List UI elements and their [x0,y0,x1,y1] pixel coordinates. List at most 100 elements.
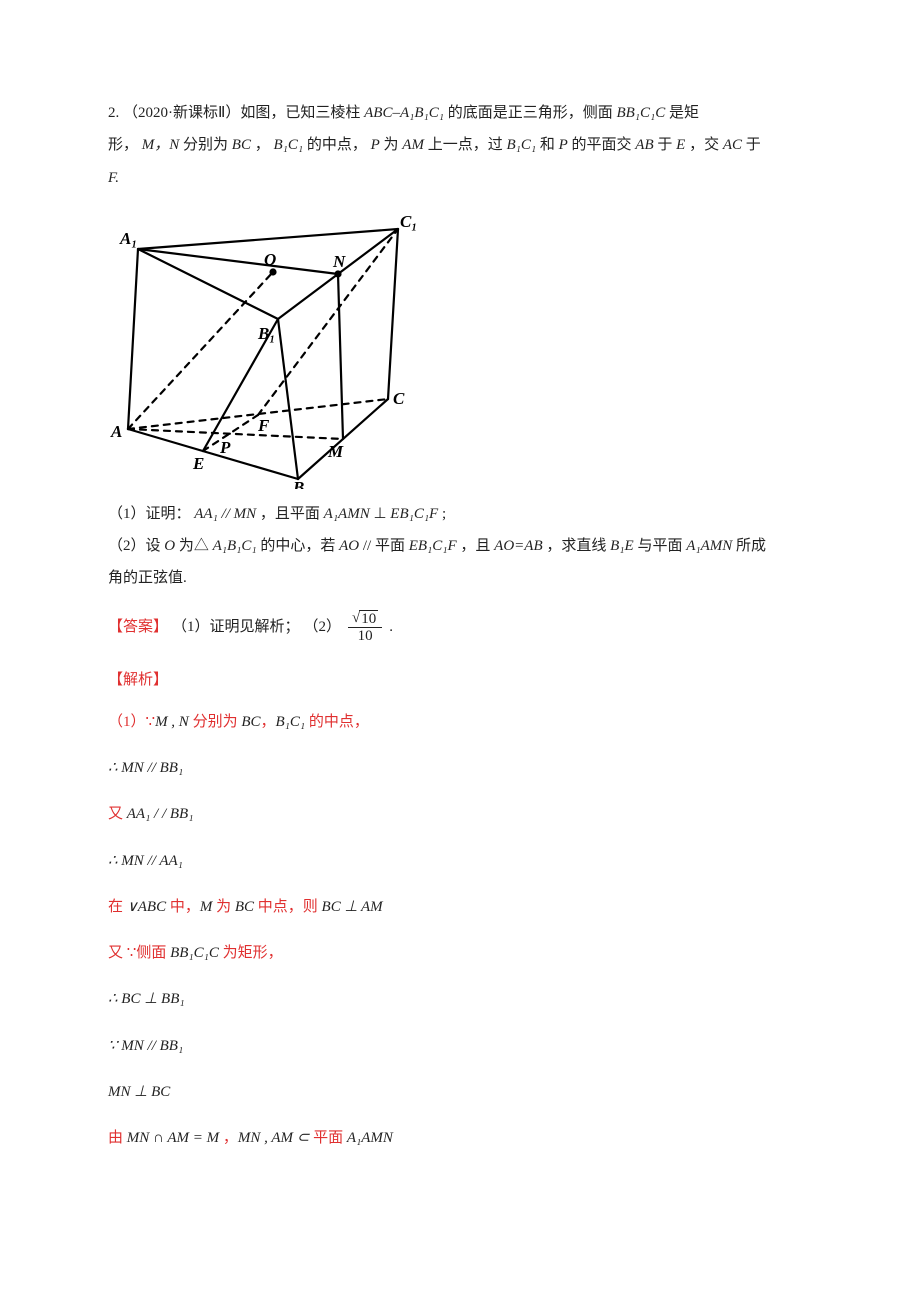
label-B1: B₁ [257,324,275,343]
b1c1: B₁C₁ [273,137,303,153]
answer-part2: （2） [304,614,342,640]
solution-line: （1）∵M , N 分别为 BC，B₁C₁ 的中点， [108,709,812,735]
solution-line: ∴ MN // BB₁ [108,755,812,781]
label-A: A [110,422,122,441]
solution-line: 由 MN ∩ AM = M ，MN , AM ⊂ 平面 A₁AMN [108,1125,812,1151]
solution-segment: 分别为 [193,714,242,730]
bc: BC [232,137,251,153]
answer-period: . [389,614,393,640]
solution-segment: 又 [108,806,127,822]
solution-label: 【解析】 [108,667,812,693]
label-A1: A₁ [119,229,137,248]
solution-line: ∵ MN // BB₁ [108,1033,812,1059]
txt: 的中点， [307,137,367,153]
solution-segment: ∵ MN // BB₁ [108,1038,183,1054]
q2-g: 与平面 [637,538,686,554]
solution-segment: M , N [155,714,193,730]
solution-segment: 平面 [313,1130,347,1146]
solution-segment: 的中点， [309,714,369,730]
solution-segment: A₁AMN [347,1130,393,1146]
solution-line: 又 ∵侧面 BB₁C₁C 为矩形， [108,940,812,966]
label-E: E [192,454,204,473]
q2-e: ，且 [460,538,494,554]
txt: 的底面是正三角形，侧面 [448,105,617,121]
mn: M，N [142,137,180,153]
solution-segment: BC ⊥ AM [322,899,383,915]
problem-line-1: 2. （2020·新课标Ⅱ）如图，已知三棱柱 ABC–A₁B₁C₁ 的底面是正三… [108,100,812,126]
am: AM [402,137,424,153]
p2: P [559,137,568,153]
label-B: B [292,478,304,489]
q2-d: // 平面 [363,538,409,554]
txt: ，交 [689,137,723,153]
q2-aoab: AO=AB [494,538,542,554]
solution-segment: ∴ MN // BB₁ [108,760,183,776]
problem-line-3: F. [108,165,812,191]
p: P [371,137,380,153]
q2-c: 的中心，若 [260,538,339,554]
q2-f: ，求直线 [546,538,610,554]
label-C1: C₁ [400,212,417,231]
txt: 为 [384,137,403,153]
q1-aa1mn: AA₁ // MN [194,506,256,522]
solution-segment: ∴ BC ⊥ BB₁ [108,991,185,1007]
q2-a1amn: A₁AMN [686,538,732,554]
solution-segment: B₁C₁ [276,714,309,730]
txt: 和 [540,137,559,153]
q2-a1b1c1: A₁B₁C₁ [213,538,257,554]
solution-segment: MN , AM ⊂ [238,1130,313,1146]
b1c1-2: B₁C₁ [506,137,536,153]
q2-h: 所成 [736,538,766,554]
ac: AC [723,137,742,153]
solution-line: 又 AA₁ / / BB₁ [108,801,812,827]
page: 2. （2020·新课标Ⅱ）如图，已知三棱柱 ABC–A₁B₁C₁ 的底面是正三… [0,0,920,1231]
txt: ， [255,137,270,153]
solution-segment: ∵ [146,714,156,730]
solution-segment: BB₁C₁C [170,945,223,961]
answer-label: 【答案】 [108,614,168,640]
label-C: C [393,389,405,408]
q2-eb1c1f: EB₁C₁F [409,538,457,554]
q2-i: 角的正弦值. [108,570,187,586]
label-P: P [219,438,231,457]
solution-segment: 在 [108,899,127,915]
solution-segment: 中， [170,899,200,915]
q1-d: ; [442,506,446,522]
solution-segment: 为矩形， [223,945,283,961]
solution-segment: ， [219,1130,238,1146]
q2-b: 为△ [179,538,209,554]
q1-eb1c1f: EB₁C₁F [390,506,438,522]
problem-number: 2. [108,105,119,121]
solution-line: ∴ BC ⊥ BB₁ [108,986,812,1012]
solution-segment: ∵ [127,945,137,961]
solution-line: MN ⊥ BC [108,1079,812,1105]
solution-segment: ∴ MN // AA₁ [108,853,183,869]
problem-line-2: 形， M，N 分别为 BC ， B₁C₁ 的中点， P 为 AM 上一点，过 B… [108,132,812,158]
q1-c: ⊥ [373,506,386,522]
f: F. [108,170,119,186]
label-M: M [327,442,344,461]
q2-ao: AO [339,538,359,554]
question-2-line2: 角的正弦值. [108,565,812,591]
solution-line: 在 ∨ABC 中，M 为 BC 中点，则 BC ⊥ AM [108,894,812,920]
solution-segment: 侧面 [136,945,170,961]
q2-o: O [164,538,175,554]
txt: 形， [108,137,138,153]
solution-segment: （1） [108,714,146,730]
solution-segment: AA₁ / / BB₁ [127,806,194,822]
solution-segment: 又 [108,945,127,961]
txt: 于 [657,137,676,153]
frac-denominator: 10 [354,628,377,645]
q2-a: （2）设 [108,538,164,554]
solution-segment: M [200,899,216,915]
solution-segment: BC [235,899,258,915]
prism-svg: A₁ C₁ O N B₁ C A E P F M B [108,199,418,489]
q1-a1amn: A₁AMN [324,506,370,522]
label-F: F [257,416,270,435]
solution-segment: ， [261,714,276,730]
txt: 的平面交 [572,137,636,153]
ab: AB [635,137,653,153]
answer-part1: （1）证明见解析； [172,614,300,640]
txt: 于 [746,137,761,153]
sqrt-icon: √ 10 [352,610,378,628]
